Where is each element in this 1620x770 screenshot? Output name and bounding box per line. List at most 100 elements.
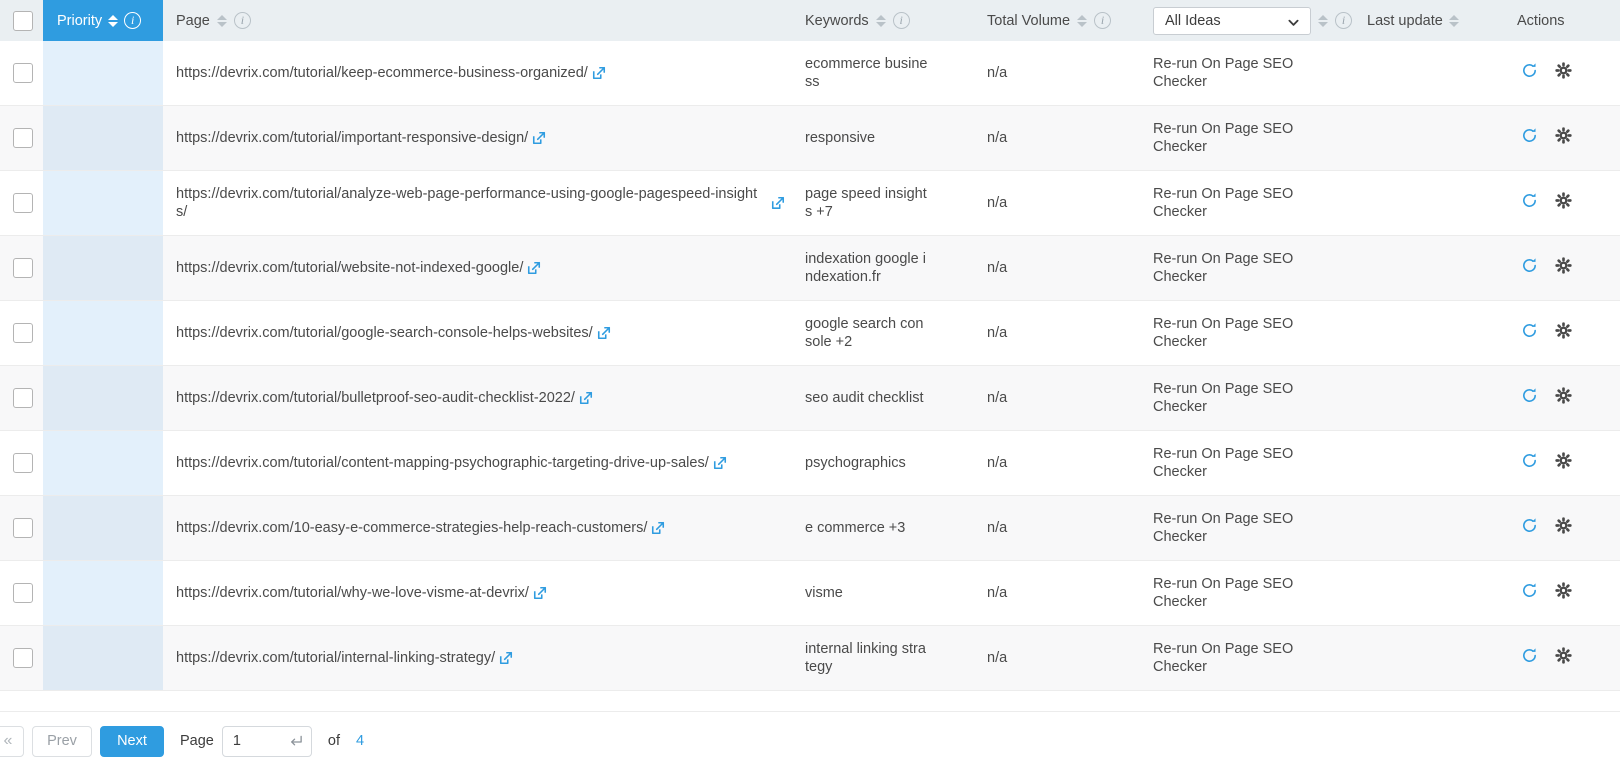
sort-arrows-icon[interactable] <box>1317 15 1329 27</box>
ideas-filter-select[interactable]: All Ideas <box>1153 7 1311 35</box>
gear-icon[interactable] <box>1555 517 1572 534</box>
page-url[interactable]: https://devrix.com/tutorial/bulletproof-… <box>176 389 575 407</box>
row-checkbox[interactable] <box>13 258 33 278</box>
external-link-icon[interactable] <box>579 391 593 405</box>
external-link-button[interactable] <box>579 391 593 405</box>
refresh-icon[interactable] <box>1521 192 1538 209</box>
external-link-button[interactable] <box>592 66 606 80</box>
external-link-icon[interactable] <box>713 456 727 470</box>
external-link-button[interactable] <box>771 196 785 210</box>
page-url[interactable]: https://devrix.com/tutorial/why-we-love-… <box>176 584 529 602</box>
refresh-icon[interactable] <box>1521 127 1538 144</box>
row-checkbox[interactable] <box>13 583 33 603</box>
rerun-button[interactable] <box>1521 127 1538 149</box>
row-checkbox[interactable] <box>13 648 33 668</box>
settings-button[interactable] <box>1555 127 1572 149</box>
settings-button[interactable] <box>1555 192 1572 214</box>
row-checkbox[interactable] <box>13 63 33 83</box>
next-page-button[interactable]: Next <box>100 726 164 757</box>
rerun-button[interactable] <box>1521 517 1538 539</box>
gear-icon[interactable] <box>1555 647 1572 664</box>
page-url[interactable]: https://devrix.com/tutorial/internal-lin… <box>176 649 495 667</box>
sort-arrows-icon[interactable] <box>875 15 887 27</box>
page-url[interactable]: https://devrix.com/10-easy-e-commerce-st… <box>176 519 647 537</box>
row-checkbox[interactable] <box>13 388 33 408</box>
external-link-icon[interactable] <box>499 651 513 665</box>
external-link-button[interactable] <box>527 261 541 275</box>
external-link-icon[interactable] <box>533 586 547 600</box>
select-all-checkbox[interactable] <box>13 11 33 31</box>
info-icon[interactable]: i <box>124 12 141 29</box>
column-header-page[interactable]: Page i <box>163 0 797 41</box>
sort-arrows-icon[interactable] <box>1448 15 1460 27</box>
gear-icon[interactable] <box>1555 582 1572 599</box>
page-url[interactable]: https://devrix.com/tutorial/google-searc… <box>176 324 593 342</box>
page-url[interactable]: https://devrix.com/tutorial/website-not-… <box>176 259 523 277</box>
info-icon[interactable]: i <box>1094 12 1111 29</box>
column-header-last-update[interactable]: Last update <box>1367 0 1517 41</box>
refresh-icon[interactable] <box>1521 322 1538 339</box>
page-url[interactable]: https://devrix.com/tutorial/keep-ecommer… <box>176 64 588 82</box>
gear-icon[interactable] <box>1555 192 1572 209</box>
settings-button[interactable] <box>1555 452 1572 474</box>
row-checkbox[interactable] <box>13 128 33 148</box>
page-number-input[interactable]: 1 <box>222 726 312 757</box>
external-link-icon[interactable] <box>771 196 785 210</box>
row-checkbox[interactable] <box>13 193 33 213</box>
prev-page-button[interactable]: Prev <box>32 726 92 757</box>
settings-button[interactable] <box>1555 62 1572 84</box>
gear-icon[interactable] <box>1555 62 1572 79</box>
external-link-button[interactable] <box>499 651 513 665</box>
page-url[interactable]: https://devrix.com/tutorial/content-mapp… <box>176 454 709 472</box>
column-header-priority[interactable]: Priority i <box>43 0 163 41</box>
rerun-button[interactable] <box>1521 322 1538 344</box>
refresh-icon[interactable] <box>1521 647 1538 664</box>
rerun-button[interactable] <box>1521 257 1538 279</box>
sort-arrows-icon[interactable] <box>1076 15 1088 27</box>
external-link-button[interactable] <box>651 521 665 535</box>
external-link-button[interactable] <box>533 586 547 600</box>
refresh-icon[interactable] <box>1521 257 1538 274</box>
rerun-button[interactable] <box>1521 647 1538 669</box>
column-header-total-volume[interactable]: Total Volume i <box>987 0 1147 41</box>
settings-button[interactable] <box>1555 387 1572 409</box>
gear-icon[interactable] <box>1555 452 1572 469</box>
rerun-button[interactable] <box>1521 582 1538 604</box>
first-page-button[interactable]: « <box>0 726 24 757</box>
refresh-icon[interactable] <box>1521 387 1538 404</box>
settings-button[interactable] <box>1555 322 1572 344</box>
external-link-icon[interactable] <box>592 66 606 80</box>
gear-icon[interactable] <box>1555 387 1572 404</box>
settings-button[interactable] <box>1555 257 1572 279</box>
external-link-icon[interactable] <box>597 326 611 340</box>
refresh-icon[interactable] <box>1521 582 1538 599</box>
gear-icon[interactable] <box>1555 257 1572 274</box>
settings-button[interactable] <box>1555 647 1572 669</box>
rerun-button[interactable] <box>1521 62 1538 84</box>
external-link-icon[interactable] <box>651 521 665 535</box>
external-link-icon[interactable] <box>527 261 541 275</box>
external-link-button[interactable] <box>597 326 611 340</box>
gear-icon[interactable] <box>1555 127 1572 144</box>
external-link-icon[interactable] <box>532 131 546 145</box>
external-link-button[interactable] <box>713 456 727 470</box>
rerun-button[interactable] <box>1521 452 1538 474</box>
rerun-button[interactable] <box>1521 387 1538 409</box>
refresh-icon[interactable] <box>1521 62 1538 79</box>
info-icon[interactable]: i <box>893 12 910 29</box>
settings-button[interactable] <box>1555 517 1572 539</box>
row-checkbox[interactable] <box>13 323 33 343</box>
row-checkbox[interactable] <box>13 453 33 473</box>
refresh-icon[interactable] <box>1521 452 1538 469</box>
refresh-icon[interactable] <box>1521 517 1538 534</box>
gear-icon[interactable] <box>1555 322 1572 339</box>
page-url[interactable]: https://devrix.com/tutorial/analyze-web-… <box>176 185 767 221</box>
sort-arrows-icon[interactable] <box>216 15 228 27</box>
column-header-keywords[interactable]: Keywords i <box>797 0 987 41</box>
row-checkbox[interactable] <box>13 518 33 538</box>
rerun-button[interactable] <box>1521 192 1538 214</box>
info-icon[interactable]: i <box>1335 12 1352 29</box>
settings-button[interactable] <box>1555 582 1572 604</box>
page-url[interactable]: https://devrix.com/tutorial/important-re… <box>176 129 528 147</box>
info-icon[interactable]: i <box>234 12 251 29</box>
